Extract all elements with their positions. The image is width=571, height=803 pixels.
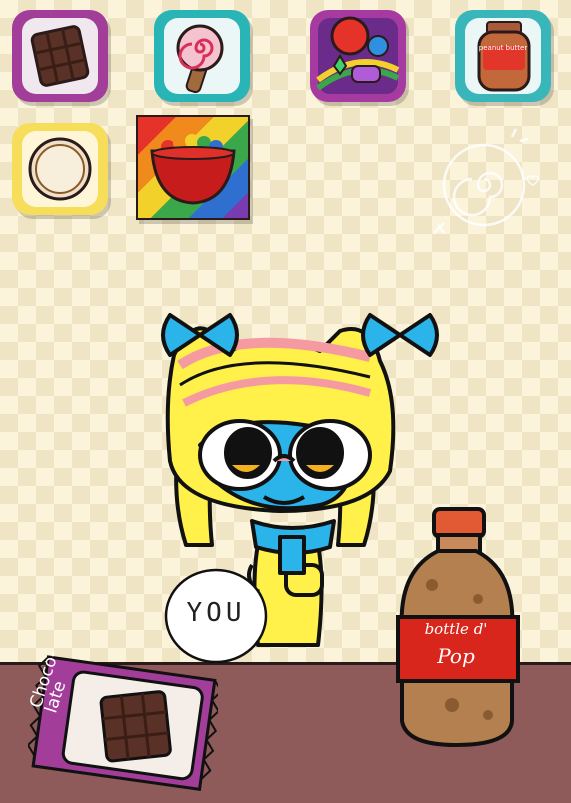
peanut-butter-jar-icon xyxy=(465,18,541,94)
swirl-doodle xyxy=(433,128,540,234)
cookie-slot[interactable] xyxy=(12,123,108,215)
cookie-icon xyxy=(22,131,98,207)
candy-icon xyxy=(316,16,400,94)
chocolate-slot[interactable] xyxy=(12,10,108,102)
candy-bowl-slot[interactable] xyxy=(136,115,250,220)
soda-bottle[interactable] xyxy=(392,505,522,750)
peanut-butter-slot[interactable] xyxy=(455,10,551,102)
lollipop-slot[interactable] xyxy=(154,10,250,102)
lollipop-icon xyxy=(164,18,240,94)
chocolate-icon xyxy=(22,18,98,94)
candy-slot[interactable] xyxy=(310,10,406,102)
chocolate-bar[interactable] xyxy=(28,648,218,798)
candy-bowl-icon xyxy=(150,134,236,205)
